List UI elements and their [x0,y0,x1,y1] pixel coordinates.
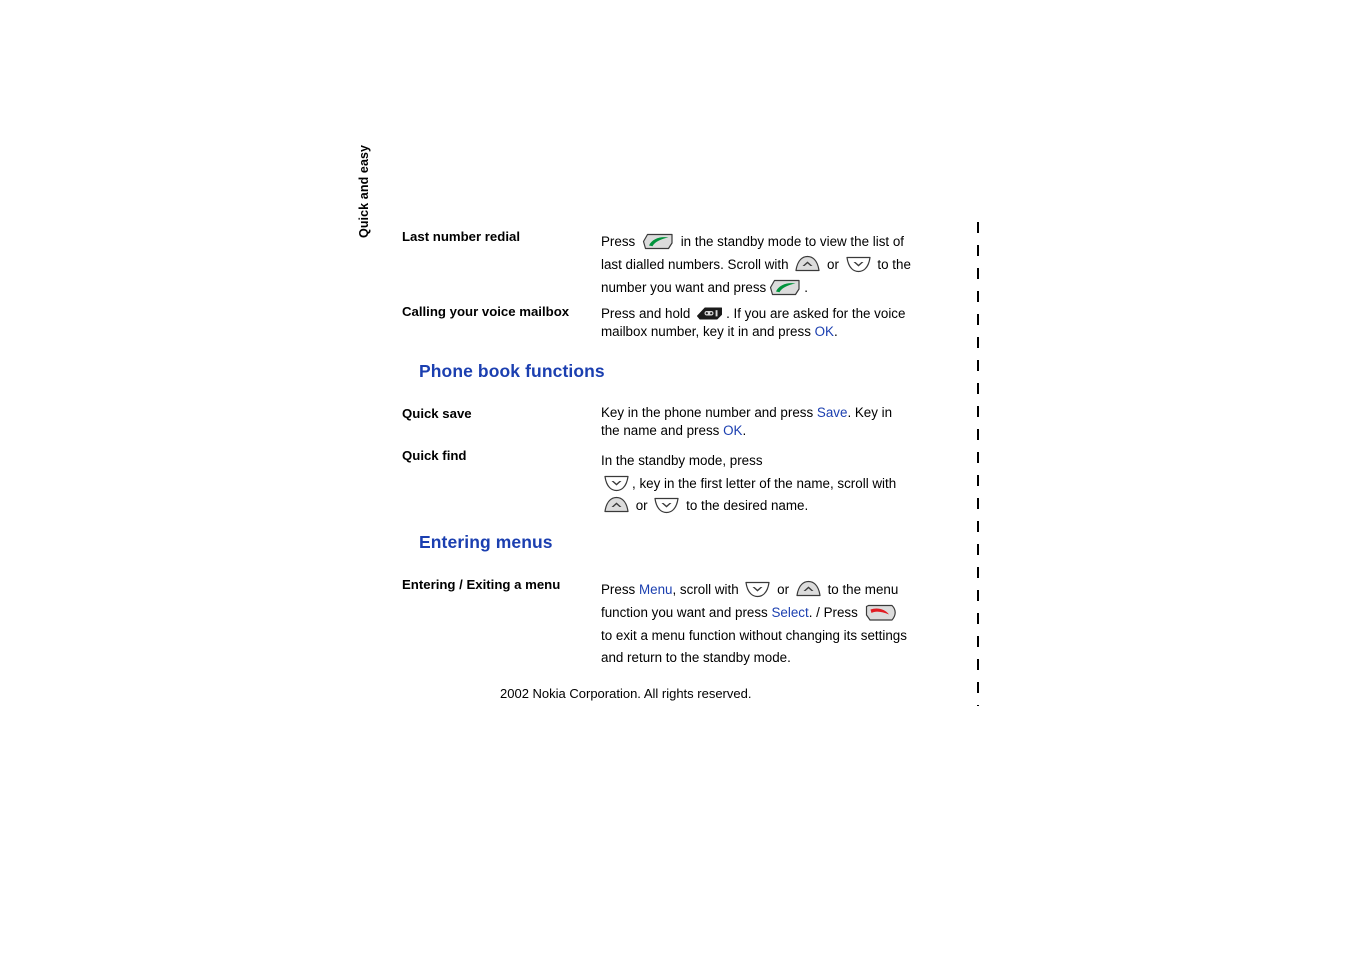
section-heading-entering-menus: Entering menus [419,532,553,552]
scroll-up-key-icon [794,255,821,273]
text-fragment: . [742,423,747,439]
text-fragment: or [827,257,839,273]
text-fragment: In the standby mode, press [601,453,763,468]
entry-label-last-number-redial: Last number redial [402,229,520,244]
margin-dashed-rule [977,222,979,706]
entry-description-quick-save: Key in the phone number and press Save. … [601,404,913,441]
text-fragment: , scroll with [672,582,739,597]
chapter-side-tab: Quick and easy [357,144,371,238]
end-call-key-icon [864,603,898,622]
document-page: Quick and easy Last number redial Press … [0,0,1351,954]
softkey-label-menu: Menu [638,582,673,597]
softkey-label-ok: OK [814,324,834,340]
scroll-up-key-icon [603,496,630,514]
softkey-label-ok: OK [723,423,743,439]
text-fragment: Press and hold [601,306,691,321]
entry-description-entering-exiting-a-menu: Press Menu, scroll with or to the menu f… [601,579,913,670]
text-fragment: or [777,582,790,597]
text-fragment: Key in the phone number and press [601,405,814,420]
text-fragment: . / Press [808,604,858,620]
entry-description-last-number-redial: Press in the standby mode to view the li… [601,230,913,300]
text-fragment: or [635,498,648,513]
scroll-down-key-icon [845,255,872,273]
entry-label-entering-exiting-a-menu: Entering / Exiting a menu [402,577,561,592]
text-fragment: , key in the first letter of the name, s… [632,475,897,491]
scroll-down-key-icon [744,580,771,598]
call-key-icon [641,232,675,251]
text-fragment: . [833,324,838,340]
text-fragment: . [804,280,808,296]
copyright-footer: 2002 Nokia Corporation. All rights reser… [500,686,752,701]
scroll-down-key-icon [603,474,630,492]
entry-description-quick-find: In the standby mode, press , key in the … [601,450,913,518]
scroll-down-key-icon [653,496,680,514]
section-heading-phone-book-functions: Phone book functions [419,361,605,381]
text-fragment: Press [601,234,636,249]
text-fragment: Press [601,582,636,597]
text-fragment: to exit a menu function without changing… [601,627,907,666]
text-fragment: to the desired name. [686,498,809,513]
softkey-label-save: Save [816,405,848,420]
entry-label-voice-mailbox: Calling your voice mailbox [402,304,570,319]
call-key-icon [768,278,802,297]
entry-description-voice-mailbox: Press and hold . If you are asked for th… [601,305,913,342]
entry-label-quick-find: Quick find [402,448,467,463]
entry-label-quick-save: Quick save [402,406,472,421]
voicemail-key-icon [696,305,724,322]
scroll-up-key-icon [795,580,822,598]
softkey-label-select: Select [771,604,809,620]
